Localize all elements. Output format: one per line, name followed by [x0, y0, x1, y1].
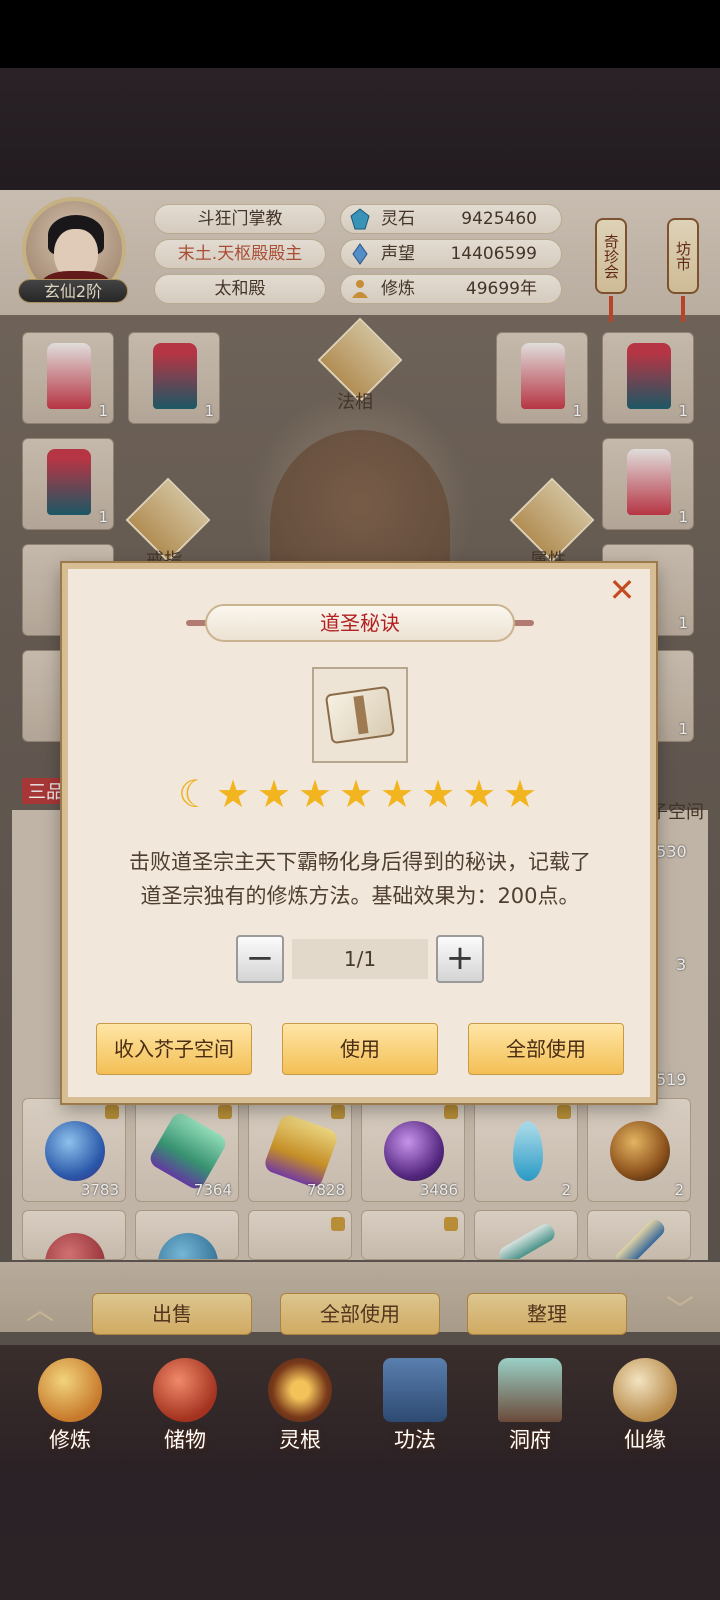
nav-label: 功法 — [394, 1428, 436, 1452]
nav-label: 灵根 — [279, 1428, 321, 1452]
nav-label: 仙缘 — [624, 1428, 666, 1452]
star-icon: ★ — [503, 772, 538, 816]
cultivation-nav-icon — [38, 1358, 102, 1422]
nav-label: 洞府 — [509, 1428, 551, 1452]
dialog-title: 道圣秘诀 — [205, 604, 515, 642]
nav-label: 修炼 — [49, 1428, 91, 1452]
gourd-icon — [613, 1358, 677, 1422]
storage-bag-icon — [153, 1358, 217, 1422]
store-to-pouch-button[interactable]: 收入芥子空间 — [96, 1023, 252, 1075]
nav-label: 储物 — [164, 1428, 206, 1452]
status-bar — [0, 0, 720, 68]
spirit-root-icon — [268, 1358, 332, 1422]
star-icon: ★ — [339, 772, 374, 816]
description-line: 击败道圣宗主天下霸畅化身后得到的秘诀，记载了 — [129, 850, 591, 874]
star-icon: ★ — [257, 772, 292, 816]
nav-spirit-root[interactable]: 灵根 — [250, 1358, 350, 1468]
star-icon: ★ — [421, 772, 456, 816]
nav-cave-dwelling[interactable]: 洞府 — [480, 1358, 580, 1468]
decrease-button[interactable]: − — [236, 935, 284, 983]
moon-icon: ☾ — [178, 772, 213, 816]
star-icon: ★ — [216, 772, 251, 816]
star-rating: ☾ ★ ★ ★ ★ ★ ★ ★ ★ — [178, 772, 548, 816]
star-icon: ★ — [462, 772, 497, 816]
increase-button[interactable]: + — [436, 935, 484, 983]
use-button[interactable]: 使用 — [282, 1023, 438, 1075]
star-icon: ★ — [298, 772, 333, 816]
description-line: 道圣宗独有的修炼方法。基础效果为：200点。 — [140, 884, 580, 908]
item-dialog — [62, 563, 656, 1103]
star-icon: ★ — [380, 772, 415, 816]
nav-fate[interactable]: 仙缘 — [595, 1358, 695, 1468]
technique-book-icon — [383, 1358, 447, 1422]
cave-dwelling-icon — [498, 1358, 562, 1422]
nav-techniques[interactable]: 功法 — [365, 1358, 465, 1468]
nav-storage[interactable]: 储物 — [135, 1358, 235, 1468]
close-button[interactable]: ✕ — [604, 572, 640, 608]
quantity-field[interactable]: 1/1 — [292, 939, 428, 979]
secret-manual-icon — [324, 685, 396, 745]
item-description: 击败道圣宗主天下霸畅化身后得到的秘诀，记载了 道圣宗独有的修炼方法。基础效果为：… — [100, 845, 620, 913]
use-all-dialog-button[interactable]: 全部使用 — [468, 1023, 624, 1075]
nav-cultivation[interactable]: 修炼 — [20, 1358, 120, 1468]
